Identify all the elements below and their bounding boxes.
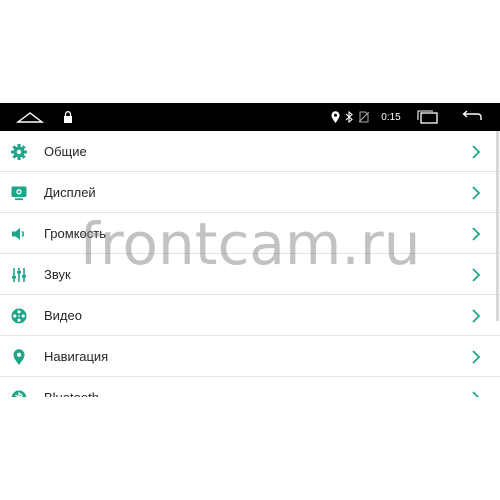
home-icon[interactable] bbox=[16, 103, 44, 131]
settings-item-label: Видео bbox=[44, 308, 82, 323]
navigation-pin-icon bbox=[10, 348, 28, 366]
status-bar: 0:15 bbox=[0, 103, 500, 131]
chevron-right-icon bbox=[470, 308, 482, 324]
settings-item-general[interactable]: Общие bbox=[0, 131, 500, 172]
bluetooth-icon bbox=[10, 389, 28, 397]
clock: 0:15 bbox=[381, 111, 401, 123]
settings-item-display[interactable]: Дисплей bbox=[0, 172, 500, 213]
settings-item-video[interactable]: Видео bbox=[0, 295, 500, 336]
gear-icon bbox=[10, 143, 28, 161]
settings-item-label: Дисплей bbox=[44, 185, 96, 200]
chevron-right-icon bbox=[470, 390, 482, 397]
settings-item-label: Общие bbox=[44, 144, 87, 159]
watermark: frontcam.ru bbox=[79, 210, 421, 278]
no-sim-icon bbox=[357, 103, 371, 131]
chevron-right-icon bbox=[470, 185, 482, 201]
video-reel-icon bbox=[10, 307, 28, 325]
display-icon bbox=[10, 184, 28, 202]
location-icon bbox=[329, 103, 341, 131]
lock-icon bbox=[60, 103, 76, 131]
recent-apps-icon[interactable] bbox=[414, 103, 442, 131]
settings-item-navigation[interactable]: Навигация bbox=[0, 336, 500, 377]
bluetooth-icon bbox=[343, 103, 355, 131]
chevron-right-icon bbox=[470, 349, 482, 365]
settings-item-label: Навигация bbox=[44, 349, 109, 364]
settings-item-label: Bluetooth bbox=[44, 377, 99, 397]
back-icon[interactable] bbox=[458, 103, 486, 131]
settings-item-bluetooth[interactable]: Bluetooth bbox=[0, 377, 500, 397]
chevron-right-icon bbox=[470, 144, 482, 160]
